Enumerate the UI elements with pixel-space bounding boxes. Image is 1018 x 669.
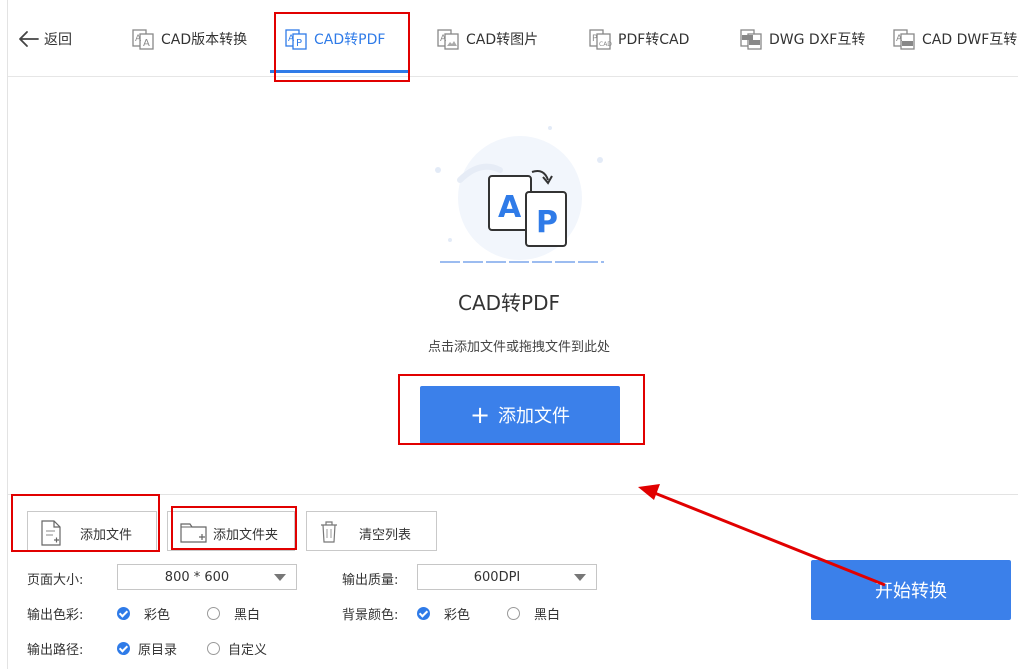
page-title: CAD转PDF [457,291,560,315]
tab-label: CAD DWF互转 [922,32,1018,48]
color-option-bw[interactable]: 黑白 [207,604,260,623]
tab-label: PDF转CAD [618,32,690,48]
tab-cad-to-pdf[interactable]: AP CAD转PDF [284,25,385,53]
radio-checked-icon [117,642,130,655]
quality-select[interactable]: 600DPI [417,564,597,590]
bg-option-color[interactable]: 彩色 [417,604,470,623]
radio-label: 黑白 [534,608,561,623]
tab-cad-to-image[interactable]: A CAD转图片 [436,25,538,53]
svg-text:P: P [592,34,598,44]
radio-label: 原目录 [138,643,178,658]
back-label: 返回 [44,32,72,48]
dwg-dxf-icon [739,27,763,51]
drop-zone-illustration: A P [420,120,620,270]
arrow-left-icon [19,31,39,47]
tab-label: CAD版本转换 [161,32,248,48]
bg-option-bw[interactable]: 黑白 [507,604,560,623]
add-folder-button[interactable]: 添加文件夹 [167,511,295,551]
page-size-value: 800 * 600 [164,569,230,585]
chevron-down-icon [574,574,586,581]
start-convert-button[interactable]: 开始转换 [811,560,1011,620]
path-option-custom[interactable]: 自定义 [207,639,267,658]
svg-text:A: A [135,34,142,44]
add-file-main-button[interactable]: + 添加文件 [420,386,620,444]
path-option-original[interactable]: 原目录 [117,639,177,658]
tab-pdf-to-cad[interactable]: P CAD PDF转CAD [588,25,689,53]
tab-label: CAD转图片 [466,32,539,48]
chevron-down-icon [274,574,286,581]
cad-dwf-icon: A [892,27,916,51]
back-button[interactable]: 返回 [18,28,72,50]
page-size-label: 页面大小: [27,573,84,588]
svg-text:A: A [896,34,903,44]
radio-label: 彩色 [144,608,171,623]
clear-list-button[interactable]: 清空列表 [306,511,437,551]
svg-text:A: A [440,34,447,44]
cad-to-pdf-icon: AP [284,27,308,51]
bg-color-label: 背景颜色: [342,608,399,623]
cad-version-icon: AA [131,27,155,51]
color-option-color[interactable]: 彩色 [117,604,170,623]
radio-unchecked-icon [207,642,220,655]
add-file-label: 添加文件 [80,528,133,543]
radio-checked-icon [117,607,130,620]
radio-checked-icon [417,607,430,620]
tab-cad-version[interactable]: AA CAD版本转换 [131,25,247,53]
radio-label: 自定义 [228,643,268,658]
svg-text:A: A [288,34,295,44]
radio-label: 黑白 [234,608,261,623]
trash-icon [319,520,339,548]
clear-list-label: 清空列表 [359,528,412,543]
radio-unchecked-icon [207,607,220,620]
add-folder-label: 添加文件夹 [213,528,279,543]
illustration-letter-p: P [536,205,558,240]
svg-text:CAD: CAD [599,41,612,48]
svg-text:A: A [143,38,150,49]
plus-icon: + [469,401,491,429]
tab-cad-dwf[interactable]: A CAD DWF互转 [892,25,1017,53]
cad-to-image-icon: A [436,27,460,51]
quality-value: 600DPI [473,569,521,585]
active-tab-indicator [270,70,408,73]
drop-hint-text: 点击添加文件或拖拽文件到此处 [427,340,610,355]
radio-unchecked-icon [507,607,520,620]
add-file-button[interactable]: 添加文件 [27,511,157,551]
output-path-label: 输出路径: [27,643,84,658]
page-size-select[interactable]: 800 * 600 [117,564,297,590]
section-divider [8,494,1018,495]
color-label: 输出色彩: [27,608,84,623]
tab-dwg-dxf[interactable]: DWG DXF互转 [739,25,865,53]
tab-label: CAD转PDF [314,32,386,48]
tab-label: DWG DXF互转 [769,32,866,48]
pdf-to-cad-icon: P CAD [588,27,612,51]
illustration-letter-a: A [498,190,522,225]
add-file-main-label: 添加文件 [498,406,571,427]
svg-text:P: P [296,38,302,49]
folder-add-icon [180,520,208,548]
file-add-icon [40,520,62,550]
start-convert-label: 开始转换 [875,581,947,602]
quality-label: 输出质量: [342,573,399,588]
radio-label: 彩色 [444,608,471,623]
